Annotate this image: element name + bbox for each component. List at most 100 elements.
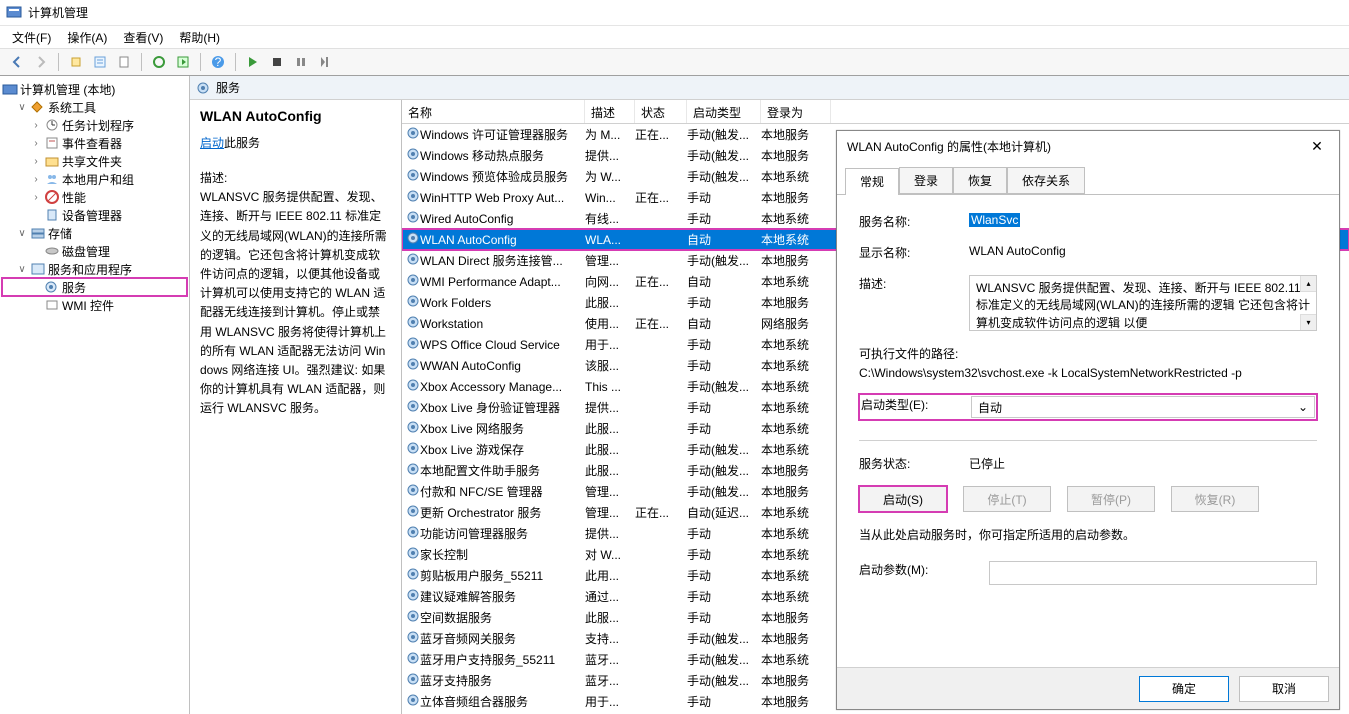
detail-title: WLAN AutoConfig <box>200 108 391 124</box>
tree-services-apps[interactable]: ∨服务和应用程序 <box>2 260 187 278</box>
gear-icon <box>402 336 420 353</box>
forward-button[interactable] <box>30 51 52 73</box>
refresh-button[interactable] <box>148 51 170 73</box>
pause-button[interactable] <box>290 51 312 73</box>
dialog-tabs: 常规 登录 恢复 依存关系 <box>837 161 1339 195</box>
app-icon <box>6 5 22 21</box>
tab-general[interactable]: 常规 <box>845 168 899 195</box>
menu-action[interactable]: 操作(A) <box>61 27 113 48</box>
scroll-up-icon[interactable]: ▴ <box>1300 276 1316 292</box>
gear-icon <box>402 693 420 710</box>
play-button[interactable] <box>242 51 264 73</box>
tree-shared[interactable]: ›共享文件夹 <box>2 152 187 170</box>
properties-dialog: WLAN AutoConfig 的属性(本地计算机) ✕ 常规 登录 恢复 依存… <box>836 130 1340 710</box>
gear-icon <box>402 462 420 479</box>
scroll-down-icon[interactable]: ▾ <box>1300 314 1316 330</box>
gear-icon <box>402 420 420 437</box>
svg-text:?: ? <box>215 55 222 69</box>
gear-icon <box>402 441 420 458</box>
tree-wmi[interactable]: WMI 控件 <box>2 296 187 314</box>
col-desc[interactable]: 描述 <box>585 100 635 123</box>
export-button[interactable] <box>113 51 135 73</box>
pause-button-dlg: 暂停(P) <box>1067 486 1155 512</box>
services-icon <box>196 81 210 95</box>
service-state-label: 服务状态: <box>859 455 969 472</box>
tree-users[interactable]: ›本地用户和组 <box>2 170 187 188</box>
tree-services[interactable]: 服务 <box>2 278 187 296</box>
toolbar: ? <box>0 48 1349 76</box>
stop-button-dlg: 停止(T) <box>963 486 1051 512</box>
help-toolbar-button[interactable]: ? <box>207 51 229 73</box>
ok-button[interactable]: 确定 <box>1139 676 1229 702</box>
gear-icon <box>402 651 420 668</box>
col-status[interactable]: 状态 <box>635 100 687 123</box>
nav-tree[interactable]: 计算机管理 (本地) ∨系统工具 ›任务计划程序 ›事件查看器 ›共享文件夹 ›… <box>0 76 190 714</box>
startup-type-label: 启动类型(E): <box>861 396 971 413</box>
export-list-button[interactable] <box>172 51 194 73</box>
window-title: 计算机管理 <box>28 4 88 21</box>
gear-icon <box>402 231 420 248</box>
desc-label: 描述: <box>859 275 969 292</box>
col-name[interactable]: 名称 <box>402 100 585 123</box>
properties-button[interactable] <box>89 51 111 73</box>
gear-icon <box>402 315 420 332</box>
resume-button: 恢复(R) <box>1171 486 1259 512</box>
detail-desc-label: 描述: <box>200 169 391 188</box>
detail-desc-text: WLANSVC 服务提供配置、发现、连接、断开与 IEEE 802.11 标准定… <box>200 188 391 418</box>
stop-button[interactable] <box>266 51 288 73</box>
gear-icon <box>402 567 420 584</box>
menu-help[interactable]: 帮助(H) <box>173 27 226 48</box>
gear-icon <box>402 294 420 311</box>
gear-icon <box>402 483 420 500</box>
col-logon[interactable]: 登录为 <box>761 100 831 123</box>
restart-button[interactable] <box>314 51 336 73</box>
tree-root[interactable]: 计算机管理 (本地) <box>2 80 187 98</box>
menu-view[interactable]: 查看(V) <box>117 27 169 48</box>
chevron-down-icon: ⌄ <box>1298 400 1308 414</box>
gear-icon <box>402 357 420 374</box>
startup-type-dropdown[interactable]: 自动 ⌄ <box>971 396 1315 418</box>
param-label: 启动参数(M): <box>859 561 989 578</box>
detail-pane: WLAN AutoConfig 启动此服务 描述: WLANSVC 服务提供配置… <box>190 100 402 714</box>
back-button[interactable] <box>6 51 28 73</box>
param-input[interactable] <box>989 561 1317 585</box>
tree-perf[interactable]: ›性能 <box>2 188 187 206</box>
start-service-link[interactable]: 启动 <box>200 136 224 150</box>
dialog-title-bar[interactable]: WLAN AutoConfig 的属性(本地计算机) ✕ <box>837 131 1339 161</box>
up-button[interactable] <box>65 51 87 73</box>
gear-icon <box>402 147 420 164</box>
tree-storage[interactable]: ∨存储 <box>2 224 187 242</box>
service-state-value: 已停止 <box>969 455 1317 472</box>
tab-recovery[interactable]: 恢复 <box>953 167 1007 194</box>
tree-scheduler[interactable]: ›任务计划程序 <box>2 116 187 134</box>
tab-deps[interactable]: 依存关系 <box>1007 167 1085 194</box>
start-button[interactable]: 启动(S) <box>859 486 947 512</box>
gear-icon <box>402 189 420 206</box>
tree-diskmgmt[interactable]: 磁盘管理 <box>2 242 187 260</box>
menu-bar: 文件(F) 操作(A) 查看(V) 帮助(H) <box>0 26 1349 48</box>
gear-icon <box>402 546 420 563</box>
gear-icon <box>402 252 420 269</box>
tree-systools[interactable]: ∨系统工具 <box>2 98 187 116</box>
desc-textbox[interactable]: WLANSVC 服务提供配置、发现、连接、断开与 IEEE 802.11 标准定… <box>969 275 1317 331</box>
close-button[interactable]: ✕ <box>1297 134 1337 158</box>
gear-icon <box>402 168 420 185</box>
tree-event[interactable]: ›事件查看器 <box>2 134 187 152</box>
gear-icon <box>402 588 420 605</box>
hint-text: 当从此处启动服务时，你可指定所适用的启动参数。 <box>859 526 1317 543</box>
menu-file[interactable]: 文件(F) <box>6 27 57 48</box>
pane-header: 服务 <box>190 76 1349 100</box>
gear-icon <box>402 273 420 290</box>
gear-icon <box>402 210 420 227</box>
display-name-value: WLAN AutoConfig <box>969 244 1317 258</box>
gear-icon <box>402 399 420 416</box>
tree-devmgr[interactable]: 设备管理器 <box>2 206 187 224</box>
col-startup[interactable]: 启动类型 <box>687 100 761 123</box>
cancel-button[interactable]: 取消 <box>1239 676 1329 702</box>
tab-logon[interactable]: 登录 <box>899 167 953 194</box>
exe-label: 可执行文件的路径: <box>859 345 1317 362</box>
gear-icon <box>402 504 420 521</box>
display-name-label: 显示名称: <box>859 244 969 261</box>
gear-icon <box>402 609 420 626</box>
service-name-label: 服务名称: <box>859 213 969 230</box>
